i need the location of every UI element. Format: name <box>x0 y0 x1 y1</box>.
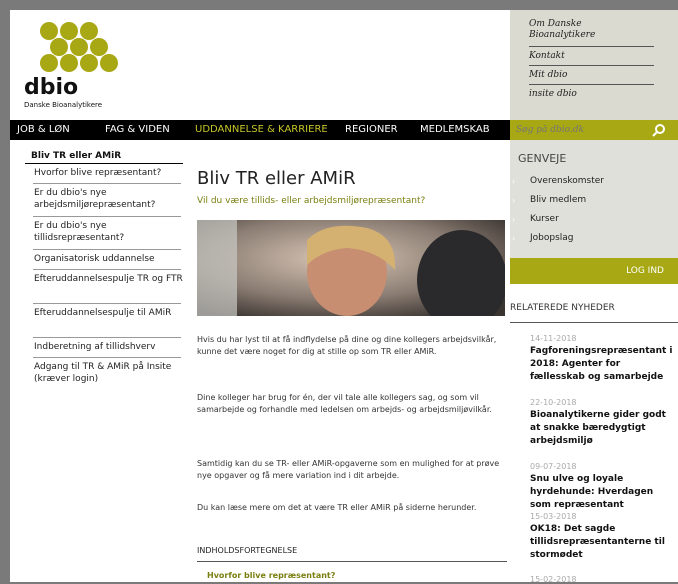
toc-title: INDHOLDSFORTEGNELSE <box>197 546 298 555</box>
search-bar[interactable] <box>510 120 678 140</box>
link-contact[interactable]: Kontakt <box>529 51 565 62</box>
nav-regioner[interactable]: REGIONER <box>345 124 398 135</box>
hero-image <box>197 220 505 316</box>
news-item-4[interactable]: OK18: Det sagde tillidsrepræsentanterne … <box>530 523 675 562</box>
shortcut-bliv-medlem[interactable]: Bliv medlem <box>530 195 586 205</box>
sidebar-item-tr[interactable]: Er du dbio's nye tillidsrepræsentant? <box>34 220 184 244</box>
shortcut-kurser[interactable]: Kurser <box>530 214 559 224</box>
search-input[interactable] <box>516 123 646 137</box>
paragraph-3: Samtidig kan du se TR- eller AMiR-opgave… <box>197 459 500 480</box>
arrow-icon: › <box>512 177 516 186</box>
sidebar-item-insite[interactable]: Adgang til TR & AMiR på Insite (kræver l… <box>34 361 184 385</box>
page-title: Bliv TR eller AMiR <box>197 168 356 189</box>
shortcut-overenskomster[interactable]: Overenskomster <box>530 176 604 186</box>
paragraph-4: Du kan læse mere om det at være TR eller… <box>197 503 477 512</box>
news-title: RELATEREDE NYHEDER <box>510 303 615 313</box>
news-item-3[interactable]: Snu ulve og loyale hyrdehunde: Hverdagen… <box>530 473 675 512</box>
search-icon[interactable] <box>652 123 666 137</box>
genveje-title: GENVEJE <box>518 152 567 165</box>
nav-medlemskab[interactable]: MEDLEMSKAB <box>420 124 490 135</box>
news-date: 09-07-2018 <box>530 462 577 471</box>
login-button[interactable]: LOG IND <box>510 258 678 284</box>
link-mit-dbio[interactable]: Mit dbio <box>529 70 567 81</box>
sidebar: Bliv TR eller AMiR Hvorfor blive repræse… <box>25 150 183 420</box>
link-about[interactable]: Om Danske Bioanalytikere <box>529 19 639 41</box>
logo-subtitle: Danske Bioanalytikere <box>24 101 103 109</box>
news-date: 22-10-2018 <box>530 398 577 407</box>
link-insite[interactable]: insite dbio <box>529 89 577 100</box>
sidebar-item-indberetning[interactable]: Indberetning af tillidshverv <box>34 341 184 353</box>
page-subtitle: Vil du være tillids- eller arbejdsmiljør… <box>197 196 426 206</box>
news-date: 15-02-2018 <box>530 575 577 584</box>
main-nav: JOB & LØN FAG & VIDEN UDDANNELSE & KARRI… <box>10 120 510 140</box>
news-item-1[interactable]: Fagforeningsrepræsentant i 2018: Agenter… <box>530 345 675 384</box>
login-label: LOG IND <box>626 266 664 276</box>
sidebar-item-hvorfor[interactable]: Hvorfor blive repræsentant? <box>34 167 184 179</box>
nav-fag-viden[interactable]: FAG & VIDEN <box>105 124 170 135</box>
paragraph-2: Dine kolleger har brug for én, der vil t… <box>197 393 492 414</box>
top-links: Om Danske Bioanalytikere Kontakt Mit dbi… <box>510 10 678 120</box>
arrow-icon: › <box>512 196 516 205</box>
nav-job-lon[interactable]: JOB & LØN <box>17 124 70 135</box>
nav-uddannelse[interactable]: UDDANNELSE & KARRIERE <box>195 124 328 135</box>
sidebar-item-pulje-amir[interactable]: Efteruddannelsespulje til AMiR <box>34 307 184 319</box>
toc-item-hvorfor[interactable]: Hvorfor blive repræsentant? <box>207 571 335 580</box>
intro-paragraph: Hvis du har lyst til at få indflydelse p… <box>197 335 497 356</box>
sidebar-item-pulje-tr[interactable]: Efteruddannelsespulje TR og FTR <box>34 273 184 285</box>
shortcut-jobopslag[interactable]: Jobopslag <box>530 233 574 243</box>
sidebar-item-organisatorisk[interactable]: Organisatorisk uddannelse <box>34 253 184 265</box>
news-date: 14-11-2018 <box>530 334 577 343</box>
header: dbio Danske Bioanalytikere <box>10 10 510 120</box>
sidebar-title[interactable]: Bliv TR eller AMiR <box>31 151 121 161</box>
logo-text: dbio <box>24 75 79 100</box>
news-date: 15-03-2018 <box>530 512 577 521</box>
sidebar-item-amir[interactable]: Er du dbio's nye arbejdsmiljørepræsentan… <box>34 187 184 211</box>
arrow-icon: › <box>512 215 516 224</box>
news-item-2[interactable]: Bioanalytikerne gider godt at snakke bær… <box>530 409 675 448</box>
arrow-icon: › <box>512 234 516 243</box>
